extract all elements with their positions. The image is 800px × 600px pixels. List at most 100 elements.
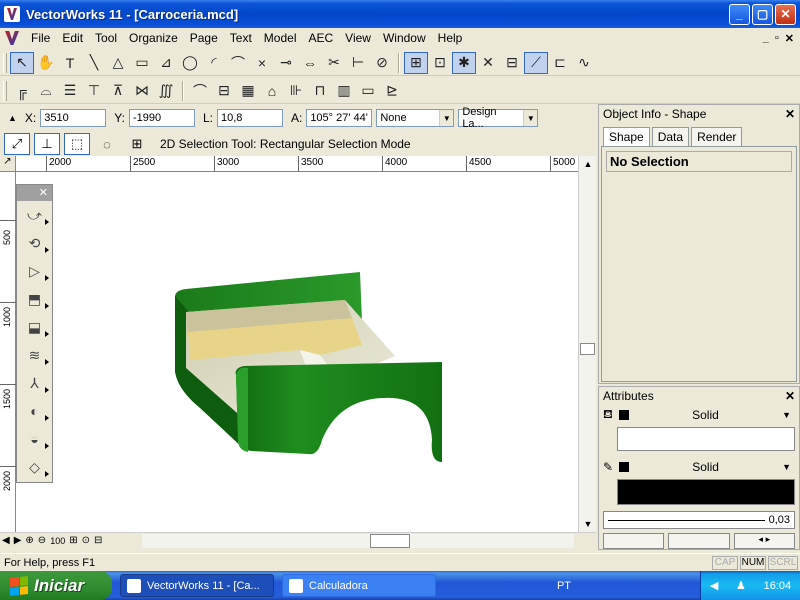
polygon-tool-icon[interactable]: ⊿ <box>154 52 178 74</box>
horizontal-scroll-track[interactable] <box>142 534 574 548</box>
close-button[interactable]: ✕ <box>775 3 796 25</box>
vertical-scrollbar[interactable]: ▲ ▼ <box>578 156 596 532</box>
mesh-tool-icon[interactable]: ◇ <box>17 453 52 481</box>
walkthrough-tool-icon[interactable]: ▷ <box>17 257 52 285</box>
sweep-tool-icon[interactable]: ≋ <box>17 341 52 369</box>
interactive-scaling-icon[interactable]: ⤢ <box>4 133 30 155</box>
menu-file[interactable]: File <box>25 31 56 45</box>
mdi-restore-button[interactable]: ▫ <box>775 32 779 45</box>
snap-to-angle-icon[interactable]: ✱ <box>452 51 476 74</box>
extrude-tool-icon[interactable]: ⬒ <box>17 285 52 313</box>
line-style-button[interactable] <box>603 533 665 549</box>
chevron-down-icon[interactable]: ▼ <box>782 462 795 472</box>
menu-window[interactable]: Window <box>377 31 432 45</box>
eyedropper-icon[interactable]: ⊘ <box>370 52 394 74</box>
round-wall-icon[interactable]: ⌓ <box>34 80 58 102</box>
line-tool-icon[interactable]: ╲ <box>82 52 106 74</box>
mode-options-icon[interactable]: ⊞ <box>124 133 150 155</box>
pen-color-swatch[interactable] <box>619 462 630 472</box>
truck-body-3d-model[interactable] <box>0 156 578 532</box>
maximize-button[interactable]: ▢ <box>752 3 773 25</box>
wall-tool-icon[interactable]: ╔ <box>10 80 34 102</box>
camera-tool-icon[interactable]: ▭ <box>356 80 380 102</box>
menu-help[interactable]: Help <box>432 31 469 45</box>
slab-tool-icon[interactable]: ☰ <box>58 80 82 102</box>
menu-organize[interactable]: Organize <box>123 31 184 45</box>
menu-edit[interactable]: Edit <box>56 31 89 45</box>
3d-locus-icon[interactable]: ⅄ <box>17 369 52 397</box>
x-coordinate-field[interactable] <box>40 109 107 127</box>
zoom-level[interactable]: 100 <box>48 536 67 546</box>
toolbar-grip[interactable] <box>3 52 7 73</box>
chevron-down-icon[interactable]: ▼ <box>782 410 795 420</box>
prev-page-icon[interactable]: ◀ <box>0 535 12 546</box>
linear-dimension-icon[interactable]: ⊢ <box>346 52 370 74</box>
dimension-tool-icon[interactable]: ⇔ <box>298 52 322 74</box>
render-tool-icon[interactable]: ⊵ <box>380 80 404 102</box>
triangle-tool-icon[interactable]: △ <box>106 52 130 74</box>
beam-tool-icon[interactable]: ⋈ <box>130 80 154 102</box>
taskbar-item-vectorworks[interactable]: VectorWorks 11 - [Ca... <box>120 574 274 597</box>
fit-to-window-icon[interactable]: ⊞ <box>67 535 79 546</box>
vertical-scroll-thumb[interactable] <box>580 343 595 355</box>
stairs-tool-icon[interactable]: ⊪ <box>284 80 308 102</box>
selection-tool-icon[interactable]: ↖ <box>10 51 34 74</box>
snap-to-object-icon[interactable]: ⊡ <box>428 52 452 74</box>
next-page-icon[interactable]: ▶ <box>12 535 24 546</box>
stair-tool-icon[interactable]: ⊼ <box>106 80 130 102</box>
page-setup-icon[interactable]: ⊟ <box>92 535 104 546</box>
zoom-out-icon[interactable]: ⊖ <box>36 535 48 546</box>
window-tool-icon[interactable]: ⊟ <box>212 80 236 102</box>
language-indicator[interactable]: PT <box>557 580 571 592</box>
clock[interactable]: 16:04 <box>764 580 792 592</box>
arrowhead-button[interactable] <box>668 533 730 549</box>
text-tool-icon[interactable]: T <box>58 52 82 74</box>
framing-tool-icon[interactable]: ▦ <box>236 80 260 102</box>
fit-objects-icon[interactable]: ⊙ <box>80 535 92 546</box>
scroll-down-icon[interactable]: ▼ <box>579 516 597 532</box>
rectangular-selection-icon[interactable]: ⬚ <box>64 133 90 155</box>
column-tool-icon[interactable]: ⊤ <box>82 80 106 102</box>
menu-view[interactable]: View <box>339 31 377 45</box>
layer-dropdown[interactable]: Design La... ▼ <box>458 106 539 130</box>
tab-data[interactable]: Data <box>651 127 690 146</box>
tab-shape[interactable]: Shape <box>603 127 650 146</box>
snap-to-distance-icon[interactable]: ⊟ <box>500 52 524 74</box>
toolbar-grip[interactable] <box>3 80 7 101</box>
minimize-button[interactable]: _ <box>729 3 750 25</box>
trim-tool-icon[interactable]: ✂ <box>322 52 346 74</box>
horizontal-scroll-thumb[interactable] <box>370 534 410 548</box>
close-icon[interactable]: ✕ <box>785 387 799 405</box>
flyover-tool-icon[interactable]: ⤻ <box>17 201 52 229</box>
angle-field[interactable] <box>306 109 373 127</box>
box-tool-icon[interactable]: ⬓ <box>17 313 52 341</box>
line-weight-selector[interactable]: 0,03 <box>603 511 795 529</box>
taskbar-item-calculator[interactable]: Calculadora <box>282 574 436 597</box>
volume-icon[interactable]: ◀ <box>710 579 718 592</box>
roof-tool-icon[interactable]: ⌂ <box>260 80 284 102</box>
y-coordinate-field[interactable] <box>128 109 195 127</box>
arrow-direction-button[interactable]: ◂ ▸ <box>733 533 795 549</box>
menu-tool[interactable]: Tool <box>89 31 123 45</box>
rotate-view-icon[interactable]: ⟲ <box>17 229 52 257</box>
document-icon[interactable] <box>5 31 19 45</box>
mdi-minimize-button[interactable]: _ <box>763 32 769 45</box>
tab-render[interactable]: Render <box>691 127 743 146</box>
menu-aec[interactable]: AEC <box>302 31 339 45</box>
arc-tool-icon[interactable]: ◜ <box>202 52 226 74</box>
callout-tool-icon[interactable]: ⊸ <box>274 52 298 74</box>
fill-style-row[interactable]: ⛾ Solid ▼ <box>599 405 799 425</box>
polyline-tool-icon[interactable]: ⌒ <box>226 52 250 74</box>
pen-style-row[interactable]: ✎ Solid ▼ <box>599 457 799 477</box>
door-tool-icon[interactable]: ⌒ <box>188 80 212 102</box>
rectangle-tool-icon[interactable]: ▭ <box>130 52 154 74</box>
mdi-close-button[interactable]: ✕ <box>785 32 794 45</box>
menu-model[interactable]: Model <box>258 31 303 45</box>
menu-text[interactable]: Text <box>224 31 258 45</box>
start-button[interactable]: Iniciar <box>0 571 112 600</box>
length-field[interactable] <box>216 109 283 127</box>
lasso-selection-icon[interactable]: ◌ <box>94 133 120 155</box>
align-mode-icon[interactable]: ⊥ <box>34 133 60 155</box>
palette-close-icon[interactable]: ✕ <box>17 185 52 201</box>
smart-edge-icon[interactable]: ∿ <box>572 52 596 74</box>
